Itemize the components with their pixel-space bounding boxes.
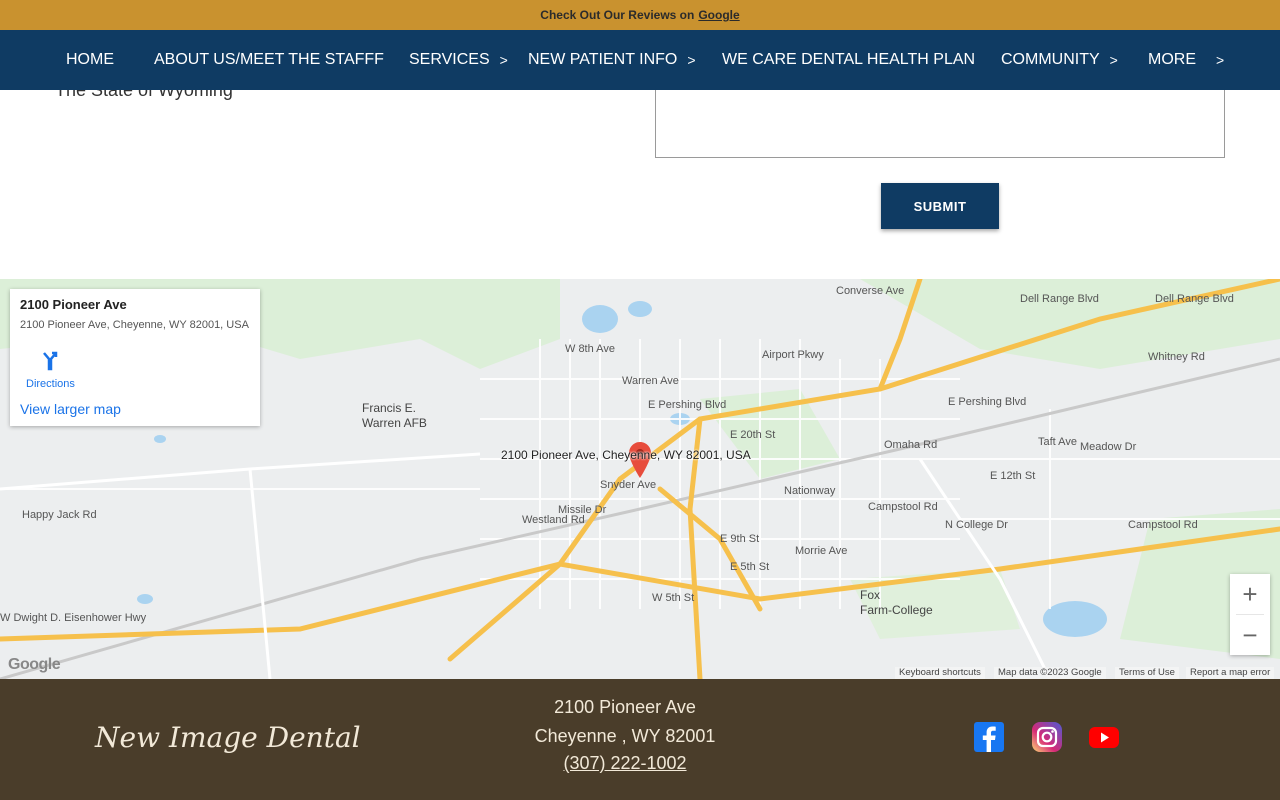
terms-of-use-link[interactable]: Terms of Use <box>1115 667 1179 679</box>
map-label: Dell Range Blvd <box>1155 293 1234 305</box>
zoom-in-button[interactable]: + <box>1230 574 1270 614</box>
nav-home[interactable]: HOME <box>66 30 114 90</box>
keyboard-shortcuts-link[interactable]: Keyboard shortcuts <box>895 667 985 679</box>
map-label: Nationway <box>784 485 836 497</box>
map-label: Whitney Rd <box>1148 351 1205 363</box>
map-label: Westland Rd <box>522 514 585 526</box>
map-label: E 12th St <box>990 470 1036 482</box>
facebook-icon[interactable] <box>974 722 1004 752</box>
map-label: W Dwight D. Eisenhower Hwy <box>0 612 147 624</box>
nav-about[interactable]: ABOUT US/MEET THE STAFFF <box>154 30 384 90</box>
chevron-right-icon: > <box>687 52 696 68</box>
map-card-address: 2100 Pioneer Ave, Cheyenne, WY 82001, US… <box>20 319 249 331</box>
map-data-attribution: Map data ©2023 Google <box>994 667 1106 679</box>
footer-phone-link[interactable]: (307) 222-1002 <box>563 753 686 773</box>
chevron-right-icon: > <box>1216 52 1225 68</box>
google-logo[interactable]: Google <box>8 656 61 674</box>
google-reviews-link[interactable]: Google <box>698 8 739 22</box>
nav-new-patient[interactable]: NEW PATIENT INFO > <box>528 30 696 90</box>
youtube-icon[interactable] <box>1088 722 1120 752</box>
chevron-right-icon: > <box>499 52 508 68</box>
directions-icon <box>43 351 58 371</box>
map-label: Campstool Rd <box>1128 519 1198 531</box>
view-larger-map-link[interactable]: View larger map <box>20 401 121 417</box>
nav-services[interactable]: SERVICES > <box>409 30 508 90</box>
nav-dental-plan-label: WE CARE DENTAL HEALTH PLAN <box>722 51 976 68</box>
nav-more-label: MORE <box>1148 51 1196 68</box>
map-label: Converse Ave <box>836 285 905 297</box>
nav-services-label: SERVICES <box>409 51 490 68</box>
nav-about-label: ABOUT US/MEET THE STAFFF <box>154 51 384 68</box>
map-label: E Pershing Blvd <box>648 399 727 411</box>
map-label: Francis E. <box>362 401 417 415</box>
map-label: Warren AFB <box>362 416 427 430</box>
map-label: W 5th St <box>652 592 695 604</box>
map-label: N College Dr <box>945 519 1008 531</box>
nav-dental-plan[interactable]: WE CARE DENTAL HEALTH PLAN <box>722 30 975 90</box>
main-nav: HOME ABOUT US/MEET THE STAFFF SERVICES > … <box>0 30 1280 90</box>
map-info-card: 2100 Pioneer Ave 2100 Pioneer Ave, Cheye… <box>10 289 260 426</box>
directions-button[interactable]: Directions <box>26 351 75 390</box>
promo-bar: Check Out Our Reviews on Google <box>0 0 1280 30</box>
map[interactable]: Francis E. Warren AFB Fox Farm-College W… <box>0 279 1280 679</box>
brand-logo[interactable]: New Image Dental <box>95 721 361 754</box>
map-label: W 8th Ave <box>565 343 615 355</box>
zoom-controls: + − <box>1230 574 1270 655</box>
promo-text: Check Out Our Reviews on <box>540 8 695 22</box>
nav-community[interactable]: COMMUNITY > <box>1001 30 1118 90</box>
map-label: Meadow Dr <box>1080 441 1137 453</box>
footer-address-line1: 2100 Pioneer Ave <box>554 697 696 717</box>
map-card-title: 2100 Pioneer Ave <box>20 297 127 312</box>
map-label: E 20th St <box>730 429 776 441</box>
map-label: Airport Pkwy <box>762 349 824 361</box>
map-label: Omaha Rd <box>884 439 938 451</box>
map-label: Warren Ave <box>622 375 679 387</box>
nav-more[interactable]: MORE > <box>1148 30 1224 90</box>
map-label: Farm-College <box>860 603 933 617</box>
footer: New Image Dental 2100 Pioneer Ave Cheyen… <box>0 679 1280 800</box>
nav-new-patient-label: NEW PATIENT INFO <box>528 51 678 68</box>
map-label: E 9th St <box>720 533 760 545</box>
map-label: Dell Range Blvd <box>1020 293 1099 305</box>
directions-label: Directions <box>26 378 75 390</box>
map-label: Happy Jack Rd <box>22 509 97 521</box>
submit-button[interactable]: SUBMIT <box>881 183 999 229</box>
map-label: Campstool Rd <box>868 501 938 513</box>
marker-address: 2100 Pioneer Ave, Cheyenne, WY 82001, US… <box>501 448 751 462</box>
nav-home-label: HOME <box>66 51 114 68</box>
report-map-error-link[interactable]: Report a map error <box>1186 667 1275 679</box>
footer-phone-wrap: (307) 222-1002 <box>470 753 780 774</box>
nav-community-label: COMMUNITY <box>1001 51 1100 68</box>
map-label: Snyder Ave <box>600 479 657 491</box>
footer-address-line2: Cheyenne , WY 82001 <box>534 726 716 746</box>
chevron-right-icon: > <box>1109 52 1118 68</box>
map-label: Taft Ave <box>1038 436 1077 448</box>
instagram-icon[interactable] <box>1032 722 1062 752</box>
map-label: E Pershing Blvd <box>948 396 1027 408</box>
map-label: Fox <box>860 588 881 602</box>
map-label: E 5th St <box>730 561 770 573</box>
map-label: Morrie Ave <box>795 545 848 557</box>
zoom-out-button[interactable]: − <box>1230 615 1270 655</box>
